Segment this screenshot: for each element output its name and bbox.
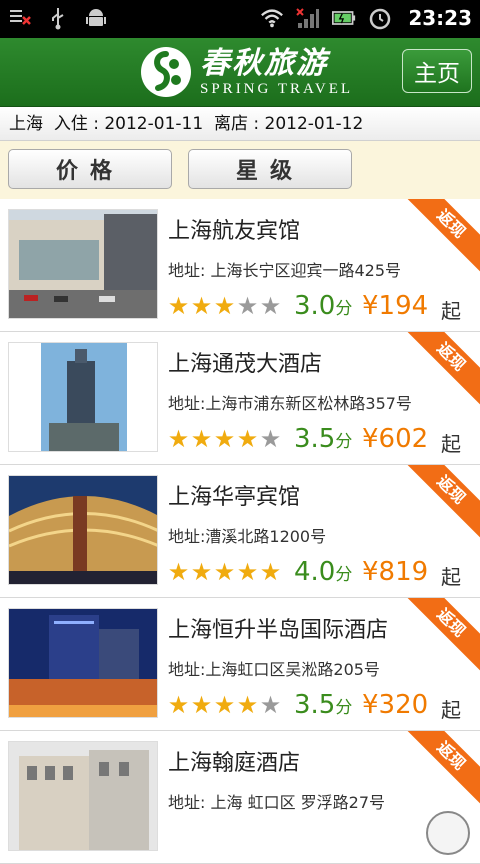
hotel-list-item[interactable]: 上海翰庭酒店 地址: 上海 虹口区 罗浮路27号 返现: [0, 731, 480, 864]
hotel-photo: [8, 741, 158, 851]
usb-icon: [46, 6, 70, 30]
hotel-list: 上海航友宾馆 地址: 上海长宁区迎宾一路425号 ★ ★ ★ ★ ★ 3.0分 ¥194…: [0, 199, 480, 864]
hotel-list-item[interactable]: 上海恒升半岛国际酒店 地址:上海虹口区吴淞路205号 ★ ★ ★ ★ ★ 3.5分 ¥3…: [0, 598, 480, 731]
app-header: 春秋旅游 SPRING TRAVEL 主页: [0, 38, 480, 107]
hotel-score: 4.0分: [294, 557, 353, 587]
hotel-name: 上海恒升半岛国际酒店: [168, 618, 389, 643]
star-icon: ★: [236, 691, 259, 719]
star-rating: ★ ★ ★ ★ ★: [167, 293, 282, 319]
price-suffix: 起: [441, 432, 461, 456]
star-icon: ★: [259, 558, 282, 586]
star-icon: ★: [213, 292, 236, 320]
alarm-icon: [368, 6, 392, 30]
hotel-score: 3.0分: [294, 291, 353, 321]
logo: 春秋旅游 SPRING TRAVEL: [140, 46, 353, 98]
hotel-photo: [8, 608, 158, 718]
call-button[interactable]: [426, 811, 470, 855]
battery-icon: [332, 6, 356, 30]
search-summary: 上海 入住 : 2012-01-11 离店 : 2012-01-12: [0, 107, 480, 141]
star-rating: ★ ★ ★ ★ ★: [167, 559, 282, 585]
cashback-badge: 返现: [402, 598, 480, 672]
hotel-list-item[interactable]: 上海华亭宾馆 地址:漕溪北路1200号 ★ ★ ★ ★ ★ 4.0分 ¥819 起 返现: [0, 465, 480, 598]
checkout-date: 2012-01-12: [264, 114, 364, 134]
logo-chinese: 春秋旅游: [200, 46, 328, 81]
hotel-name: 上海翰庭酒店: [168, 751, 301, 776]
hotel-address: 地址: 上海 虹口区 罗浮路27号: [168, 793, 386, 812]
price-suffix: 起: [441, 698, 461, 722]
wifi-icon: [260, 6, 284, 30]
signal-icon: [296, 6, 320, 30]
sort-bar: 价格 星级: [0, 141, 480, 200]
star-icon: ★: [213, 691, 236, 719]
android-icon: [84, 6, 108, 30]
star-icon: ★: [259, 425, 282, 453]
hotel-photo: [8, 342, 158, 452]
sort-by-star-button[interactable]: 星级: [188, 149, 352, 189]
hotel-name: 上海华亭宾馆: [168, 485, 301, 510]
status-bar: 23:23: [0, 0, 480, 38]
star-icon: ★: [213, 558, 236, 586]
checkout-label: 离店 :: [213, 114, 265, 134]
cashback-badge: 返现: [402, 332, 480, 406]
star-icon: ★: [190, 558, 213, 586]
hotel-address: 地址:漕溪北路1200号: [168, 527, 327, 546]
hotel-photo: [8, 209, 158, 319]
hotel-list-item[interactable]: 上海通茂大酒店 地址:上海市浦东新区松林路357号 ★ ★ ★ ★ ★ 3.5分 ¥60…: [0, 332, 480, 465]
hotel-name: 上海航友宾馆: [168, 219, 301, 244]
logo-english: SPRING TRAVEL: [200, 81, 354, 97]
home-button[interactable]: 主页: [402, 49, 472, 93]
star-icon: ★: [167, 691, 190, 719]
hotel-price: ¥602: [362, 424, 429, 454]
hotel-price: ¥194: [362, 291, 429, 321]
star-icon: ★: [259, 691, 282, 719]
checkin-date: 2012-01-11: [104, 114, 204, 134]
hotel-address: 地址:上海市浦东新区松林路357号: [168, 394, 412, 413]
hotel-photo: [8, 475, 158, 585]
city-label: 上海: [9, 114, 43, 134]
star-icon: ★: [167, 425, 190, 453]
star-icon: ★: [236, 558, 259, 586]
star-rating: ★ ★ ★ ★ ★: [167, 692, 282, 718]
clock: 23:23: [408, 6, 472, 30]
star-icon: ★: [167, 558, 190, 586]
star-icon: ★: [167, 292, 190, 320]
checkin-label: 入住 :: [53, 114, 105, 134]
star-icon: ★: [236, 292, 259, 320]
cashback-badge: 返现: [402, 199, 480, 273]
hotel-name: 上海通茂大酒店: [168, 352, 323, 377]
star-icon: ★: [190, 292, 213, 320]
hotel-price: ¥819: [362, 557, 429, 587]
star-icon: ★: [190, 425, 213, 453]
star-rating: ★ ★ ★ ★ ★: [167, 426, 282, 452]
hotel-price: ¥320: [362, 690, 429, 720]
cashback-badge: 返现: [402, 465, 480, 539]
star-icon: ★: [213, 425, 236, 453]
price-suffix: 起: [441, 565, 461, 589]
hotel-address: 地址: 上海长宁区迎宾一路425号: [168, 261, 402, 280]
price-suffix: 起: [441, 299, 461, 323]
hotel-score: 3.5分: [294, 424, 353, 454]
sort-by-price-button[interactable]: 价格: [8, 149, 172, 189]
star-icon: ★: [190, 691, 213, 719]
star-icon: ★: [259, 292, 282, 320]
hotel-address: 地址:上海虹口区吴淞路205号: [168, 660, 380, 679]
logo-mark-icon: [141, 47, 191, 97]
hotel-list-item[interactable]: 上海航友宾馆 地址: 上海长宁区迎宾一路425号 ★ ★ ★ ★ ★ 3.0分 ¥194…: [0, 199, 480, 332]
star-icon: ★: [236, 425, 259, 453]
cashback-badge: 返现: [402, 731, 480, 805]
notification-icon: [8, 6, 32, 30]
hotel-score: 3.5分: [294, 690, 353, 720]
